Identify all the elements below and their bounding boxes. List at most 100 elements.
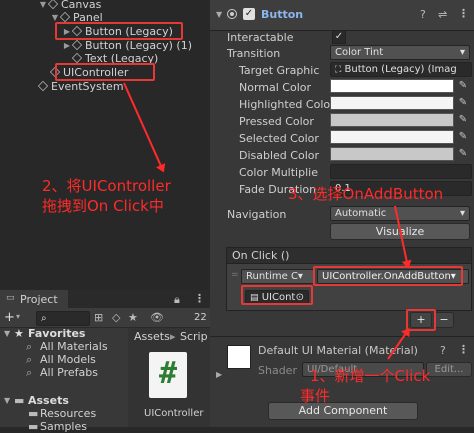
pressed-color-label: Pressed Color (239, 115, 314, 128)
breadcrumb-scripts[interactable]: Scrip (180, 330, 208, 343)
favorite-all-prefabs[interactable]: All Prefabs (40, 366, 98, 379)
transition-label: Transition (227, 47, 281, 60)
favorite-all-materials[interactable]: All Materials (40, 340, 108, 353)
script-asset-name[interactable]: UIController (144, 408, 203, 419)
folder-resources[interactable]: Resources (40, 407, 96, 420)
highlight-button-legacy (55, 22, 183, 40)
search-icon: ⌕ (26, 340, 33, 353)
search-icon: ⌕ (26, 353, 33, 366)
breadcrumb-assets[interactable]: Assets (134, 330, 170, 343)
navigation-label: Navigation (227, 208, 287, 221)
transition-value: Color Tint (335, 47, 384, 58)
color-multiplier-label: Color Multiplie (239, 166, 318, 179)
normal-color-label: Normal Color (239, 81, 312, 94)
preset-icon[interactable]: ⇌ (438, 8, 447, 21)
highlight-target-object (241, 285, 313, 305)
annotation-step1-line1: 1、新增一个Click (310, 367, 431, 385)
remove-event-button[interactable]: − (434, 312, 454, 328)
hierarchy-item-label: EventSystem (51, 79, 124, 93)
tab-label: Project (20, 293, 58, 306)
eyedropper-icon[interactable]: ✎ (457, 130, 469, 144)
favorite-star-icon[interactable]: ★ (128, 311, 138, 324)
inspector-panel: ▼ ✓ Button ? ⇌ ⋮ Interactable ✓ Transiti… (210, 0, 474, 427)
transition-dropdown[interactable]: Color Tint ▾ (330, 45, 470, 60)
eyedropper-icon[interactable]: ✎ (457, 147, 469, 161)
gameobject-icon (37, 80, 49, 92)
navigation-dropdown[interactable]: Automatic ▾ (330, 206, 470, 221)
enabled-checkbox[interactable]: ✓ (243, 8, 255, 20)
highlighted-color-label: Highlighted Color (239, 98, 335, 111)
interactable-label: Interactable (227, 31, 294, 44)
drag-handle-icon[interactable]: = (231, 270, 239, 280)
target-graphic-field[interactable]: ⛶ Button (Legacy) (Imag (330, 62, 472, 77)
add-component-button[interactable]: Add Component (268, 402, 418, 420)
annotation-step1-line2: 事件 (300, 387, 331, 405)
collapse-arrow-icon[interactable]: ▼ (4, 329, 10, 338)
collapse-arrow-icon[interactable]: ▼ (38, 0, 48, 9)
tab-project[interactable]: ▭ Project (0, 290, 68, 308)
gameobject-icon (71, 52, 83, 64)
annotation-step3: 3、选择OnAddButton (288, 185, 444, 203)
hierarchy-item-button-legacy-1[interactable]: ▶ Button (Legacy) (1) (62, 38, 192, 52)
disabled-color-swatch[interactable] (330, 147, 454, 161)
disabled-color-label: Disabled Color (239, 149, 320, 162)
hierarchy-item-label: Button (Legacy) (1) (85, 38, 192, 52)
more-options-icon[interactable]: ⋮ (194, 292, 205, 305)
gameobject-icon (71, 39, 83, 51)
dropdown-arrow-icon[interactable]: ▾ (16, 312, 20, 321)
selected-color-swatch[interactable] (330, 130, 454, 144)
button-component-icon (227, 9, 237, 19)
normal-color-swatch[interactable] (330, 79, 454, 93)
foldout-arrow-icon[interactable]: ▶ (216, 370, 222, 379)
gameobject-icon (47, 0, 59, 10)
favorites-star-icon: ★ (14, 327, 24, 340)
runtime-dropdown[interactable]: Runtime C▾ (241, 269, 315, 284)
folder-icon: ▭ (6, 293, 15, 303)
collapse-arrow-icon[interactable]: ▼ (50, 13, 60, 22)
filter-label-icon[interactable]: ◇ (112, 311, 120, 324)
help-icon[interactable]: ? (420, 8, 426, 21)
color-multiplier-slider[interactable] (330, 164, 472, 179)
annotation-step2-line2: 拖拽到On Click中 (42, 197, 164, 215)
eyedropper-icon[interactable]: ✎ (457, 79, 469, 93)
filter-type-icon[interactable]: ⊞ (94, 311, 103, 324)
runtime-value: Runtime C▾ (246, 271, 303, 282)
project-search-input[interactable]: ⌕ (36, 311, 90, 326)
help-icon[interactable]: ? (440, 344, 446, 357)
assets-label[interactable]: Assets (28, 394, 69, 407)
material-preview (227, 345, 251, 369)
selected-color-label: Selected Color (239, 132, 319, 145)
image-icon: ⛶ (335, 65, 342, 75)
csharp-hash-icon: # (158, 356, 178, 391)
highlight-function-dropdown (313, 266, 463, 286)
expand-arrow-icon[interactable]: ▶ (62, 41, 72, 50)
project-panel: ▭ Project 🔒︎ ⋮ + ▾ ⌕ ⊞ ◇ ★ 👁︎ 22 ▼ ★ Fav… (0, 290, 210, 433)
favorites-label[interactable]: Favorites (28, 327, 85, 340)
highlight-uicontroller (55, 63, 155, 81)
create-plus-icon[interactable]: + (4, 310, 15, 325)
search-icon: ⌕ (41, 313, 47, 324)
shader-label: Shader (258, 364, 297, 377)
edit-shader-button[interactable]: Edit... (426, 362, 472, 377)
pressed-color-swatch[interactable] (330, 113, 454, 127)
favorite-all-models[interactable]: All Models (40, 353, 96, 366)
eyedropper-icon[interactable]: ✎ (457, 96, 469, 110)
separator (210, 336, 474, 337)
target-graphic-value: Button (Legacy) (Imag (344, 64, 457, 75)
navigation-value: Automatic (335, 208, 387, 219)
highlighted-color-swatch[interactable] (330, 96, 454, 110)
hierarchy-item-eventsystem[interactable]: EventSystem (37, 79, 124, 93)
more-options-icon[interactable]: ⋮ (458, 343, 469, 356)
eyedropper-icon[interactable]: ✎ (457, 113, 469, 127)
folder-icon: ▬ (28, 407, 39, 420)
interactable-checkbox[interactable]: ✓ (332, 30, 346, 44)
more-options-icon[interactable]: ⋮ (458, 7, 469, 20)
foldout-arrow-icon[interactable]: ▼ (216, 10, 222, 19)
visibility-icon[interactable]: 👁︎ (150, 311, 164, 324)
script-asset-icon[interactable]: # (149, 352, 187, 398)
lock-icon[interactable]: 🔒︎ (174, 293, 180, 307)
collapse-arrow-icon[interactable]: ▼ (4, 396, 10, 405)
gameobject-icon (59, 11, 71, 23)
dropdown-arrow-icon: ▾ (459, 47, 465, 58)
breadcrumb-separator: ▸ (170, 330, 176, 343)
